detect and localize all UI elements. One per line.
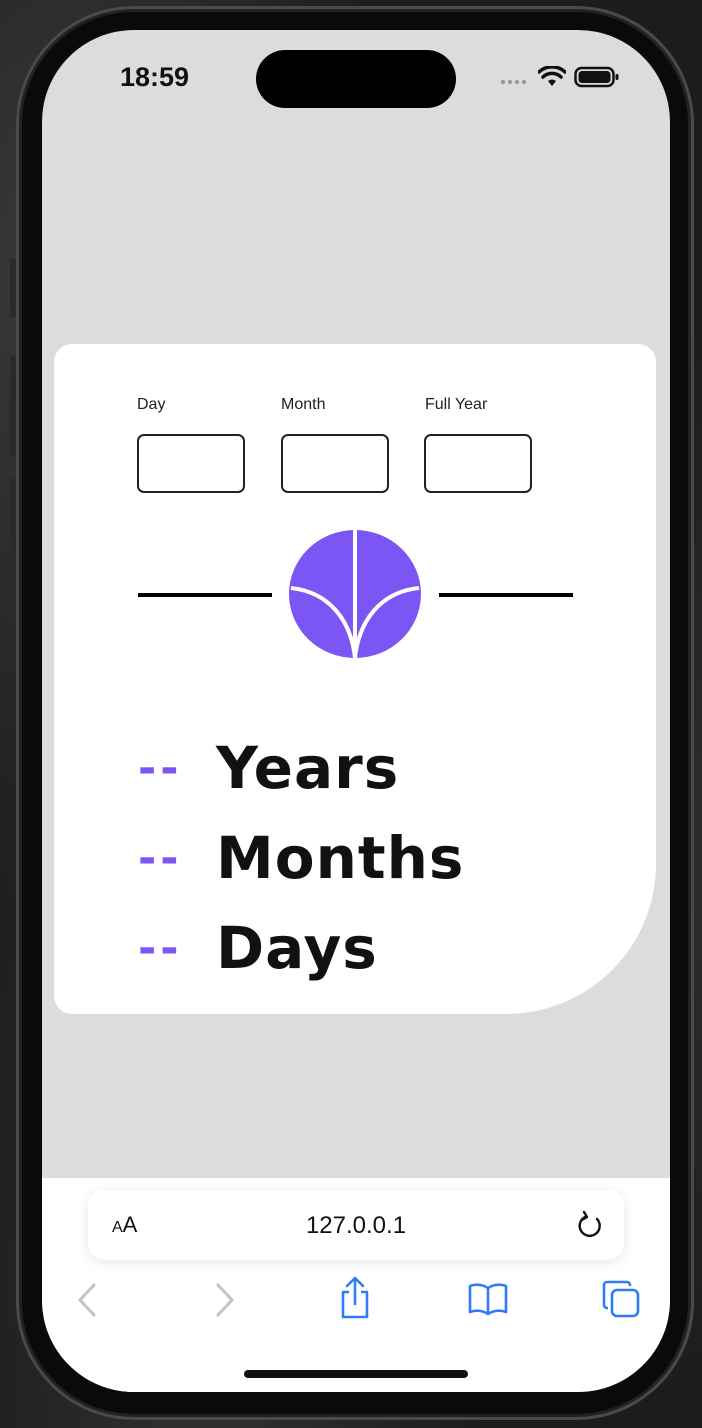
status-time: 18:59 — [120, 62, 190, 92]
wifi-icon — [537, 65, 567, 92]
days-value: -- — [138, 922, 183, 974]
book-icon[interactable] — [468, 1282, 508, 1320]
tabs-icon[interactable] — [602, 1280, 640, 1322]
divider-right — [439, 593, 573, 597]
status-bar: 18:59 — [42, 30, 670, 130]
years-value: -- — [138, 742, 183, 794]
reload-icon[interactable] — [576, 1210, 604, 1244]
days-result: -- Days — [138, 914, 378, 982]
days-label: Days — [216, 914, 378, 982]
months-result: -- Months — [138, 824, 464, 892]
month-label: Month — [281, 396, 326, 413]
day-input[interactable] — [137, 434, 245, 493]
share-icon[interactable] — [338, 1276, 372, 1324]
year-input[interactable] — [424, 434, 532, 493]
month-input[interactable] — [281, 434, 389, 493]
url-text: 127.0.0.1 — [305, 1212, 407, 1239]
day-label: Day — [137, 396, 166, 413]
months-value: -- — [138, 832, 183, 884]
years-label: Years — [216, 734, 400, 802]
battery-icon — [574, 66, 620, 92]
dynamic-island — [256, 50, 456, 108]
chevron-left-icon[interactable] — [76, 1282, 100, 1322]
divider-left — [138, 593, 272, 597]
phone-screen: 18:59 Day Month Full Year -- Years -- Mo… — [42, 30, 670, 1392]
status-icons — [500, 65, 620, 92]
chevron-right-icon[interactable] — [212, 1282, 236, 1322]
year-label: Full Year — [425, 396, 488, 413]
safari-toolbar: AA 127.0.0.1 — [42, 1178, 670, 1392]
address-bar[interactable]: AA 127.0.0.1 — [88, 1190, 624, 1260]
years-result: -- Years — [138, 734, 399, 802]
age-calculator-card: Day Month Full Year -- Years -- Months -… — [54, 344, 656, 1014]
submit-button[interactable] — [289, 530, 421, 659]
months-label: Months — [216, 824, 465, 892]
signal-icon — [500, 70, 530, 89]
arrow-down-icon — [289, 530, 421, 659]
home-indicator — [244, 1370, 468, 1378]
